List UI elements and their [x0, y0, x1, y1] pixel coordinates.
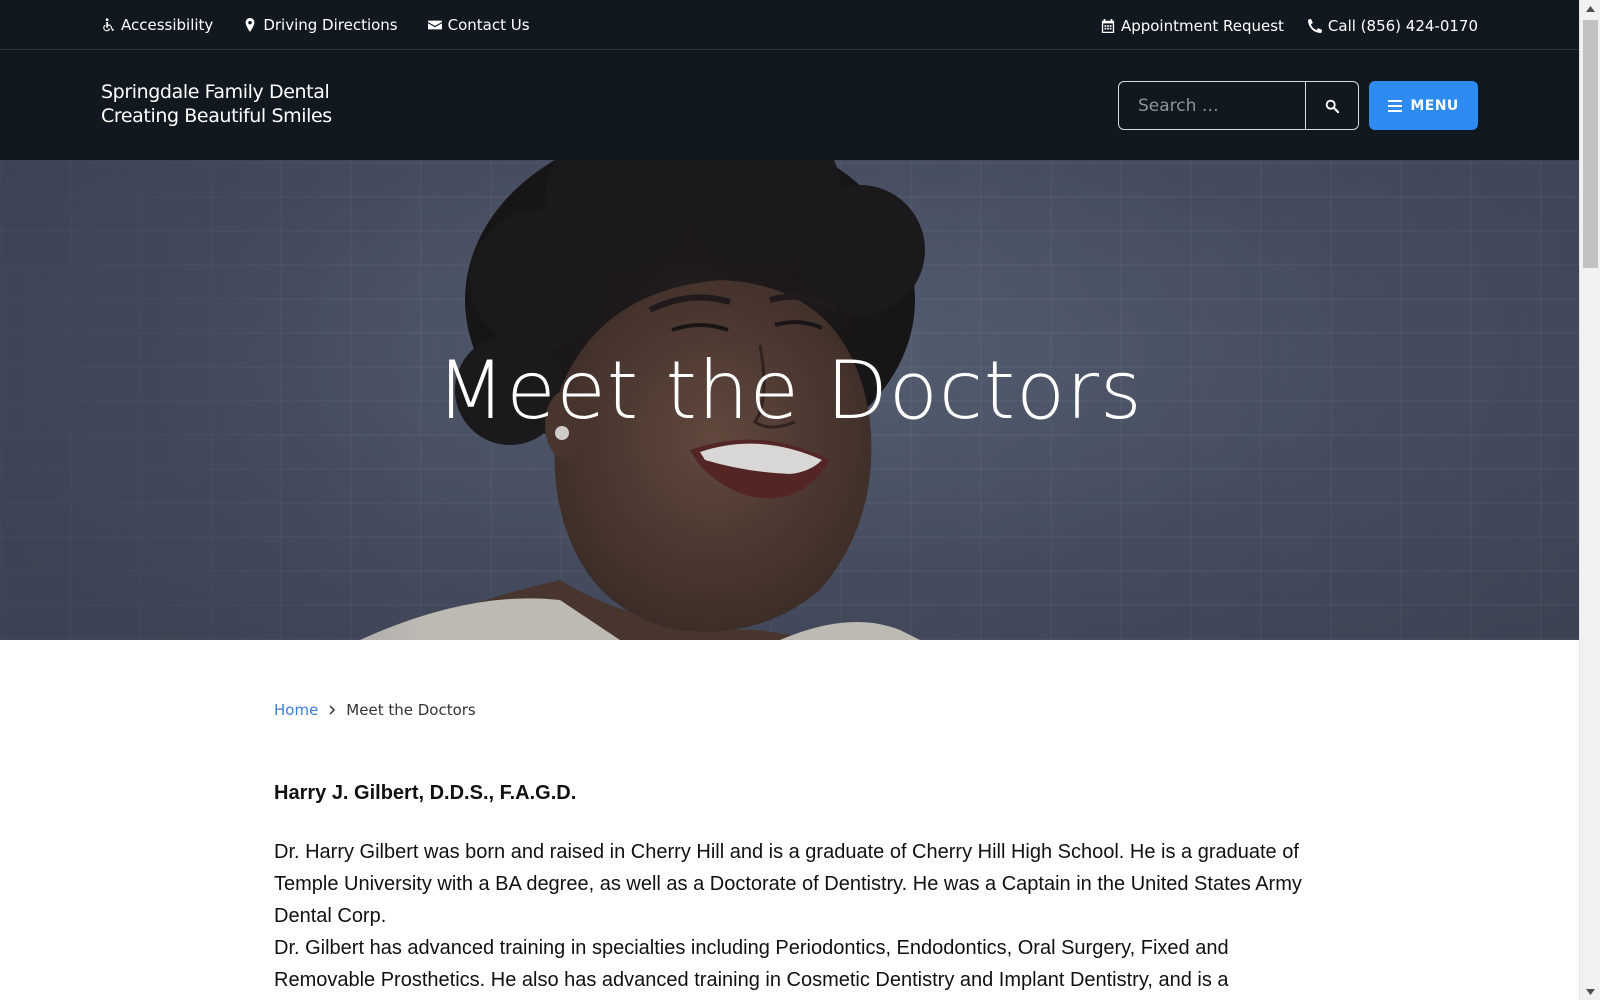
call-label: Call (856) 424-0170: [1327, 17, 1478, 35]
main-content: Harry J. Gilbert, D.D.S., F.A.G.D. Dr. H…: [274, 782, 1314, 996]
wheelchair-icon: [103, 18, 115, 32]
brand-name: Springdale Family Dental: [101, 81, 330, 103]
accessibility-link[interactable]: Accessibility: [101, 16, 213, 34]
arrow-down-icon: [1586, 988, 1595, 995]
doctor-name: Harry J. Gilbert, D.D.S., F.A.G.D.: [274, 782, 577, 804]
doctor-bio-paragraph: Dr. Harry Gilbert was born and raised in…: [274, 841, 1302, 927]
doctor-bio-paragraph: Dr. Gilbert has advanced training in spe…: [274, 937, 1229, 991]
utility-bar: Accessibility Driving Directions Contact…: [0, 0, 1579, 50]
page-title: Meet the Doctors: [436, 344, 1143, 437]
menu-label: MENU: [1410, 97, 1459, 114]
site-logo[interactable]: Springdale Family Dental Creating Beauti…: [101, 80, 332, 128]
phone-icon: [1307, 19, 1322, 33]
map-marker-icon: [245, 18, 255, 32]
breadcrumb-home-link[interactable]: Home: [274, 701, 318, 719]
hero-banner: Meet the Doctors: [0, 160, 1579, 640]
menu-button[interactable]: MENU: [1369, 81, 1478, 130]
calendar-icon: [1101, 19, 1115, 33]
accessibility-label: Accessibility: [121, 16, 214, 34]
scroll-down-button[interactable]: [1580, 983, 1600, 1000]
scroll-up-button[interactable]: [1580, 0, 1600, 17]
search-input[interactable]: [1119, 82, 1305, 129]
driving-directions-label: Driving Directions: [263, 16, 398, 34]
breadcrumb: Home Meet the Doctors: [274, 701, 476, 719]
chevron-right-icon: [328, 701, 336, 719]
contact-us-link[interactable]: Contact Us: [427, 16, 530, 34]
breadcrumb-current: Meet the Doctors: [346, 701, 476, 719]
site-header: Springdale Family Dental Creating Beauti…: [0, 50, 1579, 160]
scrollbar-thumb[interactable]: [1583, 20, 1598, 268]
contact-us-label: Contact Us: [447, 16, 530, 34]
envelope-icon: [427, 20, 442, 30]
brand-tagline: Creating Beautiful Smiles: [101, 105, 332, 127]
page-scrollbar[interactable]: [1579, 0, 1600, 1000]
search-form: [1118, 81, 1359, 130]
call-link[interactable]: Call (856) 424-0170: [1307, 17, 1478, 35]
appointment-request-link[interactable]: Appointment Request: [1101, 17, 1284, 35]
search-button[interactable]: [1305, 82, 1358, 129]
driving-directions-link[interactable]: Driving Directions: [243, 16, 398, 34]
arrow-up-icon: [1586, 5, 1595, 12]
search-icon: [1325, 99, 1339, 113]
hamburger-icon: [1388, 99, 1403, 112]
appointment-request-label: Appointment Request: [1120, 17, 1284, 35]
